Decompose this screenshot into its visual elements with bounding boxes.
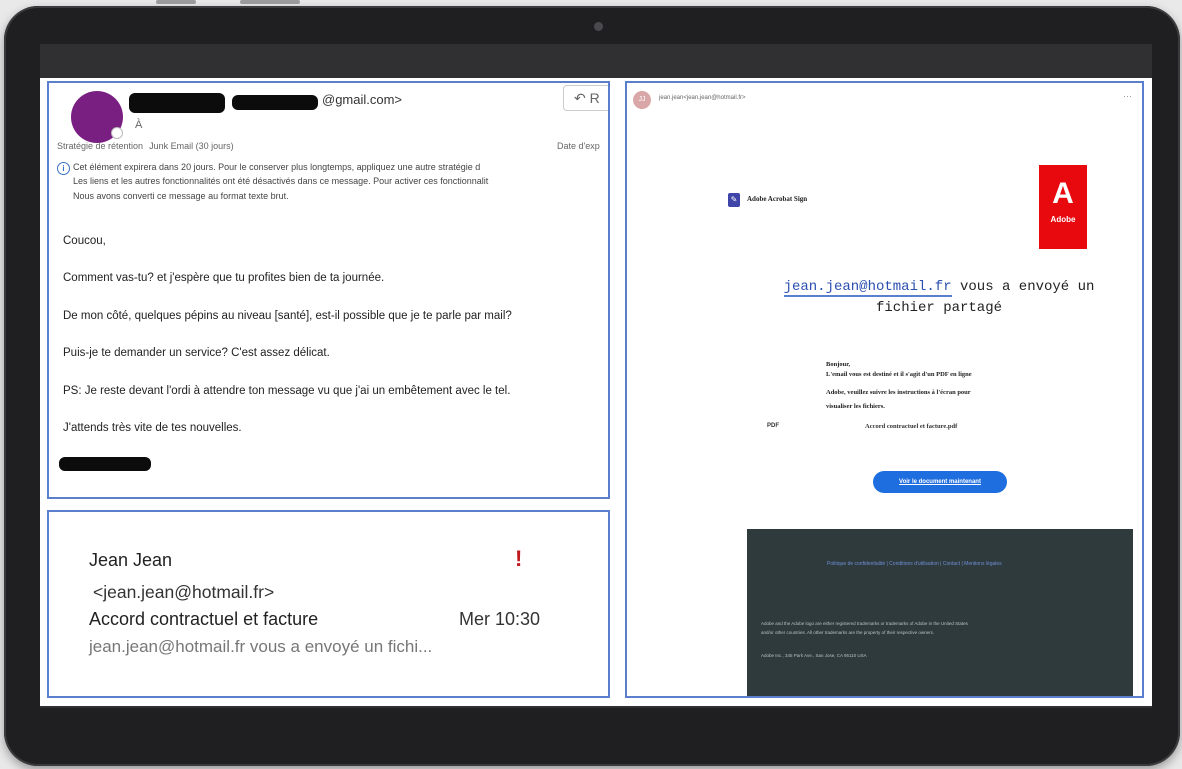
reply-label: R: [589, 90, 600, 106]
file-name: Accord contractuel et facture.pdf: [865, 423, 958, 430]
email-panel: @gmail.com> À ↶ R Stratégie de rétention…: [47, 81, 610, 499]
retention-policy: Stratégie de rétention Junk Email (30 jou…: [57, 141, 234, 151]
redacted-sender-email: [232, 95, 318, 110]
info-line: Cet élément expirera dans 20 jours. Pour…: [73, 162, 481, 172]
message-line: L'email vous est destiné et il s'agit d'…: [826, 371, 972, 378]
expiry-date-label: Date d'exp: [557, 141, 600, 151]
inbox-sender-email: <jean.jean@hotmail.fr>: [93, 582, 275, 602]
footer-text: and/or other countries. All other tradem…: [761, 630, 935, 635]
sender-domain: @gmail.com>: [322, 92, 403, 107]
volume-button: [156, 0, 196, 4]
inbox-subject: Accord contractuel et facture: [89, 609, 319, 629]
inbox-time: Mer 10:30: [459, 609, 541, 629]
importance-icon: !: [515, 546, 523, 571]
info-icon: i: [57, 162, 70, 175]
retention-label: Stratégie de rétention: [57, 141, 144, 151]
sender-avatar: JJ: [633, 91, 651, 109]
message-line: Bonjour,: [826, 361, 851, 368]
reply-button[interactable]: ↶ R: [563, 85, 608, 111]
info-line: Les liens et les autres fonctionnalités …: [73, 176, 489, 186]
footer-links[interactable]: Politique de confidentialité | Condition…: [827, 561, 1002, 567]
adobe-a-icon: A: [1052, 177, 1074, 210]
to-label: À: [135, 119, 143, 131]
acrobat-icon: ✎: [728, 193, 740, 207]
file-label: PDF: [767, 423, 779, 429]
inbox-item-panel[interactable]: Jean Jean ! <jean.jean@hotmail.fr> Accor…: [47, 510, 610, 698]
body-line: J'attends très vite de tes nouvelles.: [63, 422, 242, 434]
adobe-logo: A Adobe: [1039, 165, 1087, 249]
body-line: Coucou,: [63, 235, 106, 247]
redacted-signature: [59, 457, 151, 471]
presence-icon: [111, 127, 123, 139]
logo-word: Adobe: [1050, 215, 1076, 224]
adobe-phish-panel: JJ jean.jean<jean.jean@hotmail.fr> ⋯ ✎ A…: [625, 81, 1144, 698]
footer-text: Adobe and the Adobe logo are either regi…: [761, 621, 968, 626]
view-document-button[interactable]: Voir le document maintenant: [873, 471, 1007, 493]
body-line: PS: Je reste devant l'ordi à attendre to…: [63, 385, 511, 397]
headline-email-link[interactable]: jean.jean@hotmail.fr: [783, 279, 952, 297]
message-line: Adobe, veuillez suivre les instructions …: [826, 389, 971, 396]
body-line: De mon côté, quelques pépins au niveau […: [63, 310, 512, 322]
info-line: Nous avons converti ce message au format…: [73, 191, 289, 201]
retention-value: Junk Email (30 jours): [149, 141, 234, 151]
power-button: [240, 0, 300, 4]
inbox-preview: jean.jean@hotmail.fr vous a envoyé un fi…: [89, 637, 433, 656]
email-footer: Politique de confidentialité | Condition…: [747, 529, 1133, 696]
body-line: Comment vas-tu? et j'espère que tu profi…: [63, 272, 385, 284]
redacted-sender-name: [129, 93, 225, 113]
body-line: Puis-je te demander un service? C'est as…: [63, 347, 330, 359]
brand-name: Adobe Acrobat Sign: [747, 195, 808, 203]
camera-icon: [594, 22, 603, 31]
footer-address: Adobe Inc., 345 Park Ave., San Jose, CA …: [761, 653, 867, 658]
message-line: visualiser les fichiers.: [826, 403, 885, 410]
more-icon[interactable]: ⋯: [1123, 91, 1132, 102]
reply-icon: ↶: [574, 90, 586, 106]
headline: jean.jean@hotmail.fr vous a envoyé un fi…: [767, 277, 1111, 319]
sender-line: jean.jean<jean.jean@hotmail.fr>: [659, 95, 746, 101]
inbox-sender-name: Jean Jean: [89, 550, 173, 570]
